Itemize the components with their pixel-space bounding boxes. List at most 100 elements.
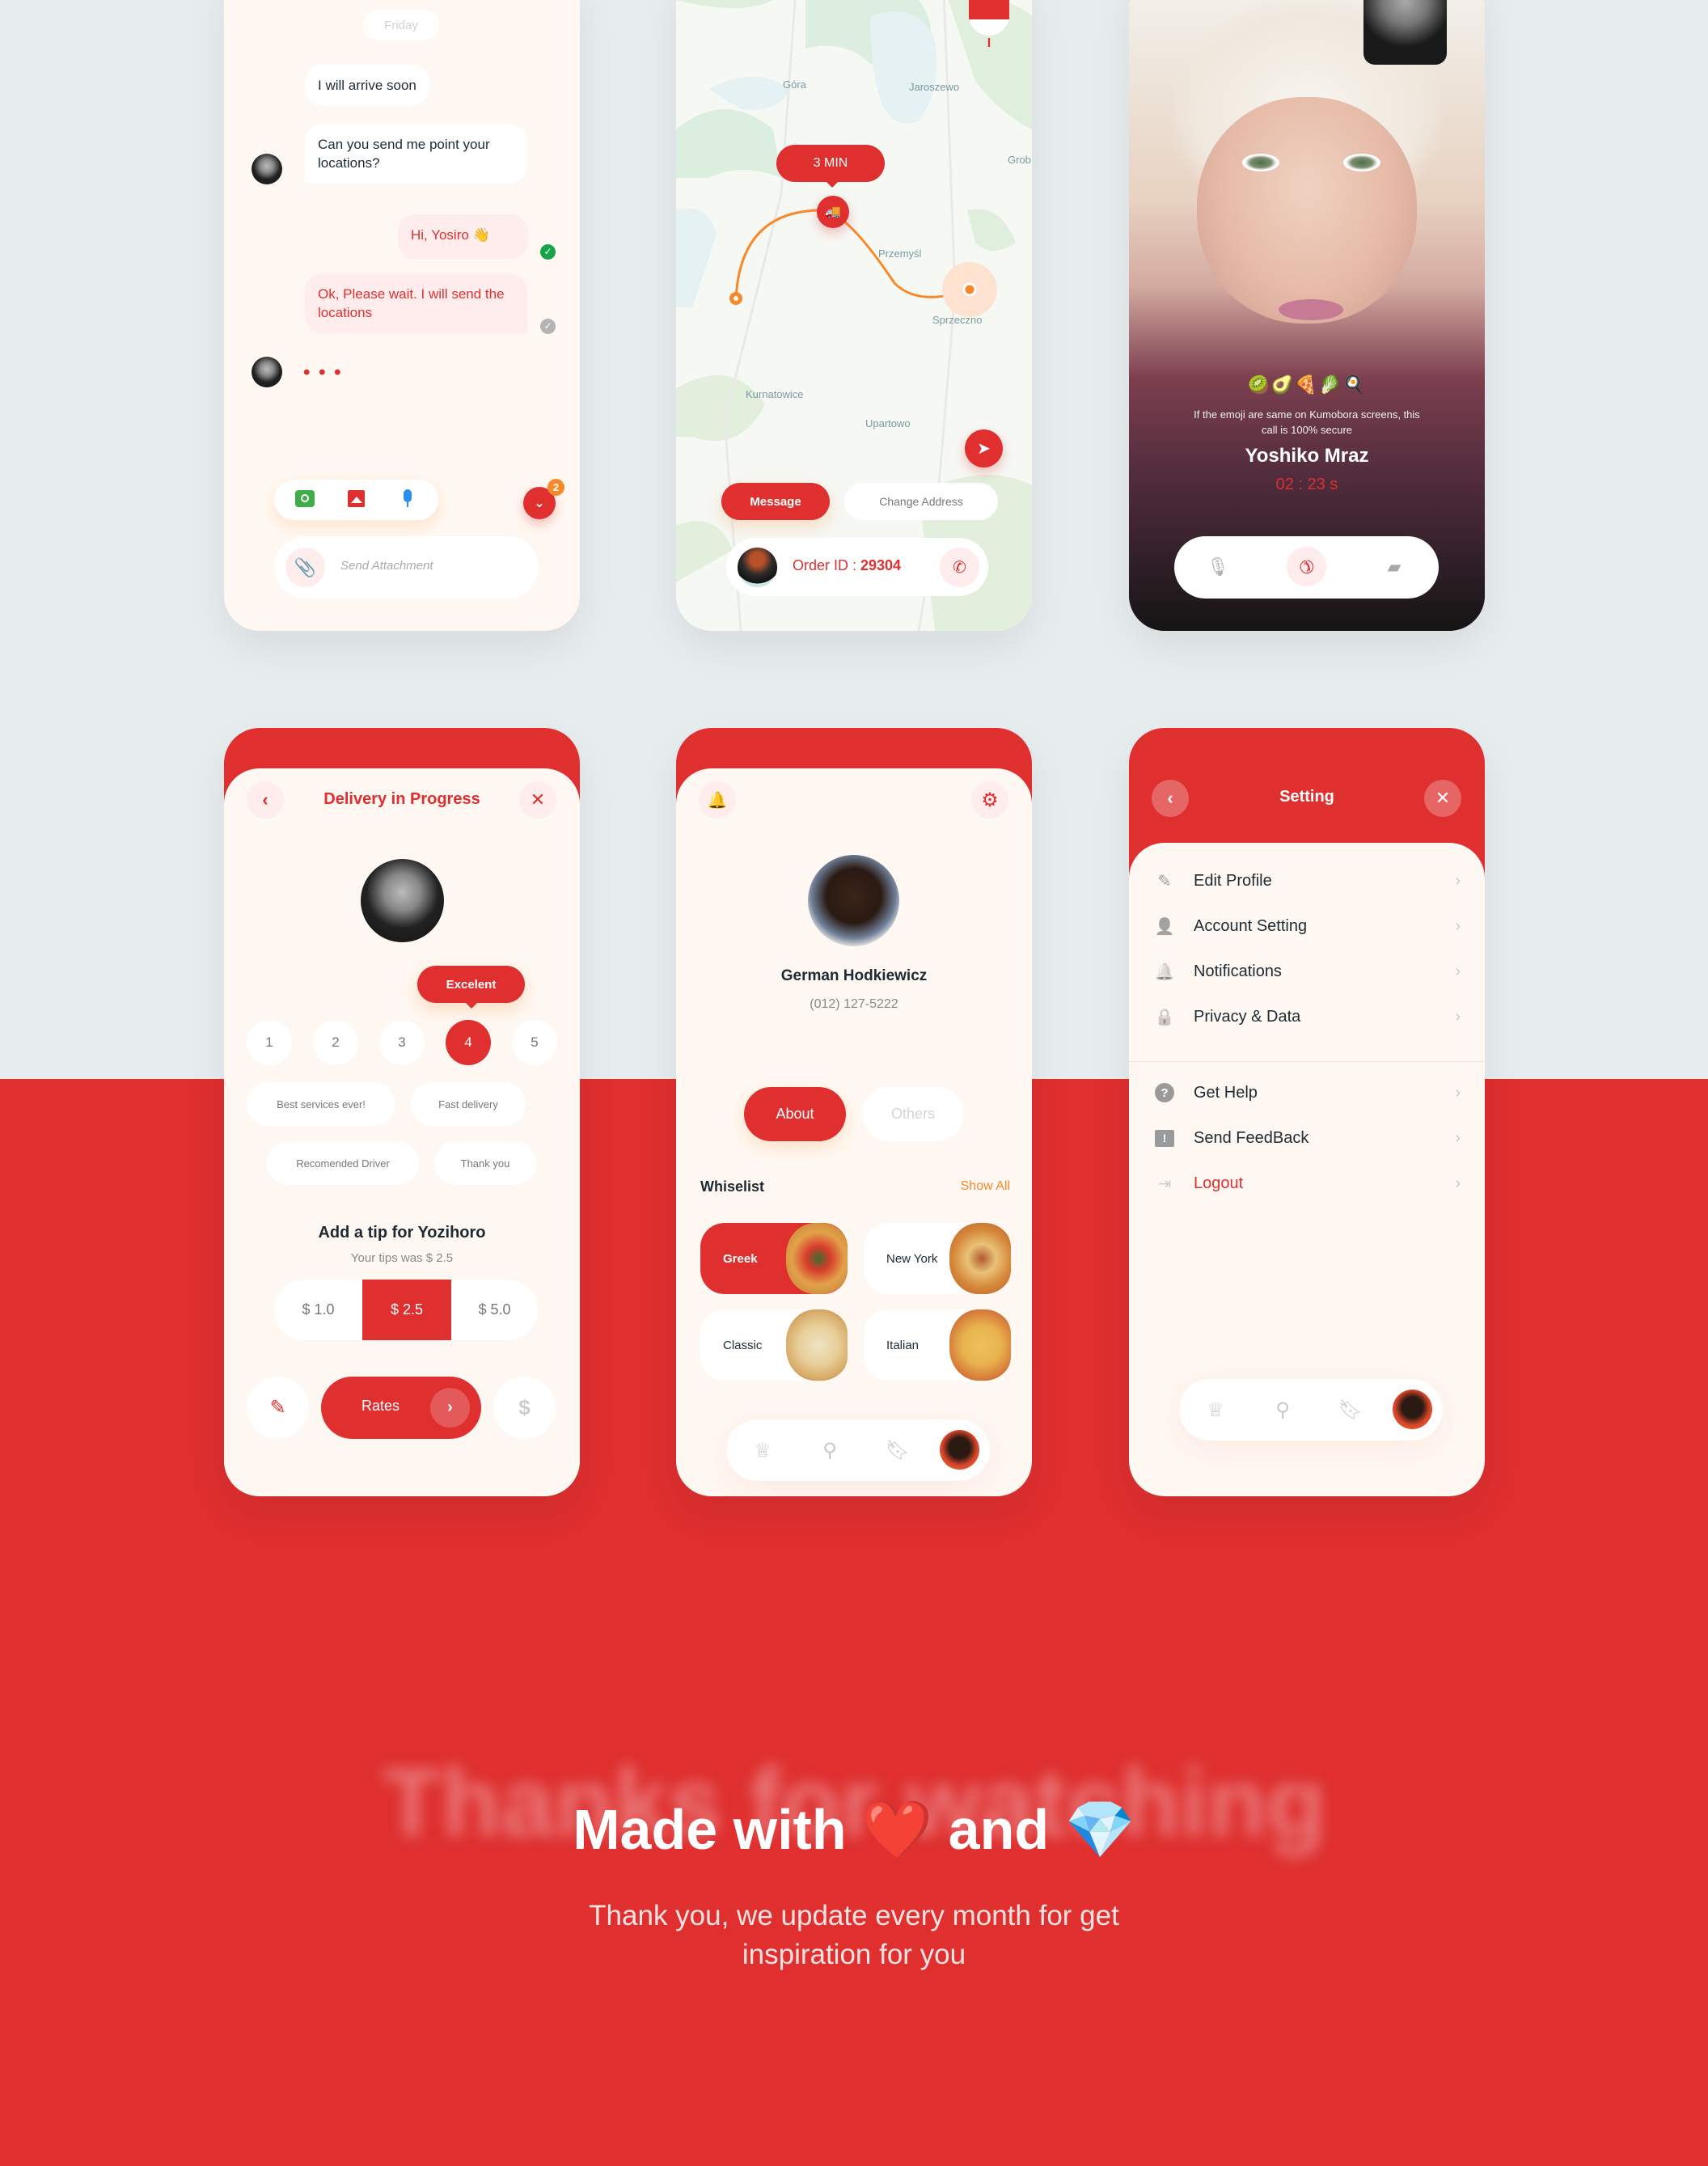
self-video-preview[interactable] (1363, 0, 1447, 65)
settings-sheet: ✎ Edit Profile › 👤 Account Setting › 🔔 N… (1129, 843, 1485, 1496)
close-button[interactable]: ✕ (1424, 780, 1461, 817)
pizza-image (949, 1309, 1011, 1381)
settings-item-account-setting[interactable]: 👤 Account Setting › (1153, 910, 1461, 942)
rating-option-2[interactable]: 2 (313, 1020, 358, 1065)
rating-option-3[interactable]: 3 (379, 1020, 425, 1065)
feedback-chip[interactable]: Recomended Driver (267, 1141, 419, 1185)
wishlist-item-label: Greek (723, 1251, 758, 1266)
chat-screen: Friday I will arrive soon Can you send m… (224, 0, 580, 631)
tab-others[interactable]: Others (862, 1087, 964, 1141)
profile-phone: (012) 127-5222 (810, 997, 898, 1011)
navigate-icon[interactable]: ➤ (965, 429, 1003, 467)
wishlist-item[interactable]: New York (864, 1223, 1011, 1294)
truck-icon: 🚚 (817, 196, 849, 228)
security-note: If the emoji are same on Kumobora screen… (1194, 408, 1420, 436)
feedback-chip[interactable]: Thank you (434, 1141, 536, 1185)
tip-option[interactable]: $ 1.0 (274, 1280, 362, 1340)
close-button[interactable]: ✕ (519, 781, 556, 819)
settings-item-get-help[interactable]: ? Get Help › (1153, 1077, 1461, 1109)
tab-about[interactable]: About (744, 1087, 846, 1141)
map-place-label: Upartowo (865, 417, 911, 429)
chef-hat-icon[interactable]: ♕ (1199, 1379, 1232, 1440)
tip-option-selected[interactable]: $ 2.5 (362, 1280, 451, 1340)
message-button[interactable]: Message (721, 483, 830, 520)
image-icon[interactable] (348, 490, 365, 507)
camera-icon[interactable] (295, 490, 315, 507)
feedback-chip[interactable]: Best services ever! (247, 1082, 395, 1126)
chevron-right-icon: › (1455, 1007, 1461, 1026)
paperclip-icon[interactable]: 📎 (285, 548, 325, 587)
profile-sheet: 🔔 ⚙ German Hodkiewicz (012) 127-5222 Abo… (676, 768, 1032, 1496)
wishlist-item[interactable]: Classic (700, 1309, 848, 1381)
video-call-screen: 🥝🥑🍕🥬🍳 If the emoji are same on Kumobora … (1129, 0, 1485, 631)
tip-dollar-button[interactable]: $ (493, 1377, 556, 1439)
driver-avatar (361, 859, 444, 942)
rating-option-5[interactable]: 5 (512, 1020, 557, 1065)
lock-icon: 🔒 (1154, 1008, 1175, 1026)
map-place-label: Przemyśl (878, 247, 922, 260)
attachment-input[interactable]: 📎 Send Attachment (274, 536, 539, 599)
user-avatar-tab[interactable] (1393, 1390, 1432, 1429)
lips (1279, 299, 1343, 320)
map-screen: Góra Jaroszewo Grob Przemyśl Sprzeczno K… (676, 0, 1032, 631)
zoom-in-button[interactable] (969, 0, 1009, 19)
unread-count-badge: 2 (547, 479, 564, 496)
eye (1242, 154, 1279, 171)
settings-item-privacy-data[interactable]: 🔒 Privacy & Data › (1153, 1001, 1461, 1033)
phone-call-button[interactable]: ✆ (940, 548, 979, 587)
settings-item-logout[interactable]: ⇥ Logout › (1153, 1167, 1461, 1199)
chevron-right-icon: › (1455, 1083, 1461, 1102)
settings-item-label: Logout (1194, 1174, 1244, 1192)
mute-mic-icon[interactable]: 🎙 (1202, 551, 1234, 583)
order-id-value: 29304 (860, 557, 902, 573)
driver-avatar (252, 357, 282, 387)
help-icon: ? (1153, 1081, 1176, 1104)
rating-option-1[interactable]: 1 (247, 1020, 292, 1065)
bottom-nav: ♕ ⚲ 🔖︎ (726, 1419, 990, 1481)
chevron-right-icon: › (1455, 916, 1461, 935)
feedback-chip[interactable]: Fast delivery (411, 1082, 526, 1126)
show-all-link[interactable]: Show All (961, 1179, 1010, 1194)
wishlist-item[interactable]: Italian (864, 1309, 1011, 1381)
user-avatar-tab[interactable] (940, 1430, 979, 1470)
footer-subtitle-text: Thank you, we update every month for get… (589, 1900, 1119, 1970)
heart-icon: ❤️ (862, 1798, 933, 1861)
settings-item-label: Account Setting (1194, 916, 1308, 935)
order-id-label: Order ID : (793, 557, 861, 573)
change-address-button[interactable]: Change Address (844, 483, 998, 520)
zoom-out-button[interactable]: I (969, 19, 1009, 68)
wishlist-item-selected[interactable]: Greek (700, 1223, 848, 1294)
bookmark-icon[interactable]: 🔖︎ (1334, 1379, 1367, 1440)
edit-note-button[interactable]: ✎ (247, 1377, 309, 1439)
mic-icon[interactable] (404, 489, 412, 502)
chevron-right-icon: › (1455, 962, 1461, 980)
settings-item-label: Send FeedBack (1194, 1128, 1309, 1147)
delivery-rating-screen: ‹ Delivery in Progress ✕ Excelent 1 2 3 … (224, 728, 580, 1496)
headline-text: Made with (573, 1798, 863, 1861)
bookmark-icon[interactable]: 🔖︎ (881, 1419, 914, 1481)
profile-screen: 🔔 ⚙ German Hodkiewicz (012) 127-5222 Abo… (676, 728, 1032, 1496)
chevron-right-icon: › (1455, 871, 1461, 890)
tip-option[interactable]: $ 5.0 (451, 1280, 538, 1340)
settings-screen: ‹ Setting ✕ ✎ Edit Profile › 👤 Account S… (1129, 728, 1485, 1496)
search-icon[interactable]: ⚲ (1266, 1379, 1299, 1440)
rating-option-4-selected[interactable]: 4 (446, 1020, 491, 1065)
hang-up-button[interactable]: ✆ (1278, 538, 1335, 595)
chef-hat-icon[interactable]: ♕ (746, 1419, 779, 1481)
wishlist-item-label: Italian (886, 1338, 920, 1352)
settings-item-label: Get Help (1194, 1083, 1258, 1102)
day-separator: Friday (363, 10, 439, 40)
video-off-icon[interactable]: ▰ (1378, 551, 1410, 583)
headline-text: and (932, 1798, 1065, 1861)
gear-icon[interactable]: ⚙ (971, 781, 1008, 819)
pizza-image (786, 1223, 848, 1294)
rates-button-label: Rates (361, 1398, 400, 1414)
settings-item-edit-profile[interactable]: ✎ Edit Profile › (1153, 865, 1461, 897)
chevron-right-icon: › (1455, 1128, 1461, 1147)
settings-item-send-feedback[interactable]: ! Send FeedBack › (1153, 1122, 1461, 1154)
search-icon[interactable]: ⚲ (814, 1419, 846, 1481)
rates-button[interactable]: Rates › (321, 1377, 481, 1439)
bell-icon[interactable]: 🔔 (699, 781, 736, 819)
settings-item-notifications[interactable]: 🔔 Notifications › (1153, 955, 1461, 988)
eta-tooltip: 3 MIN (776, 145, 885, 182)
